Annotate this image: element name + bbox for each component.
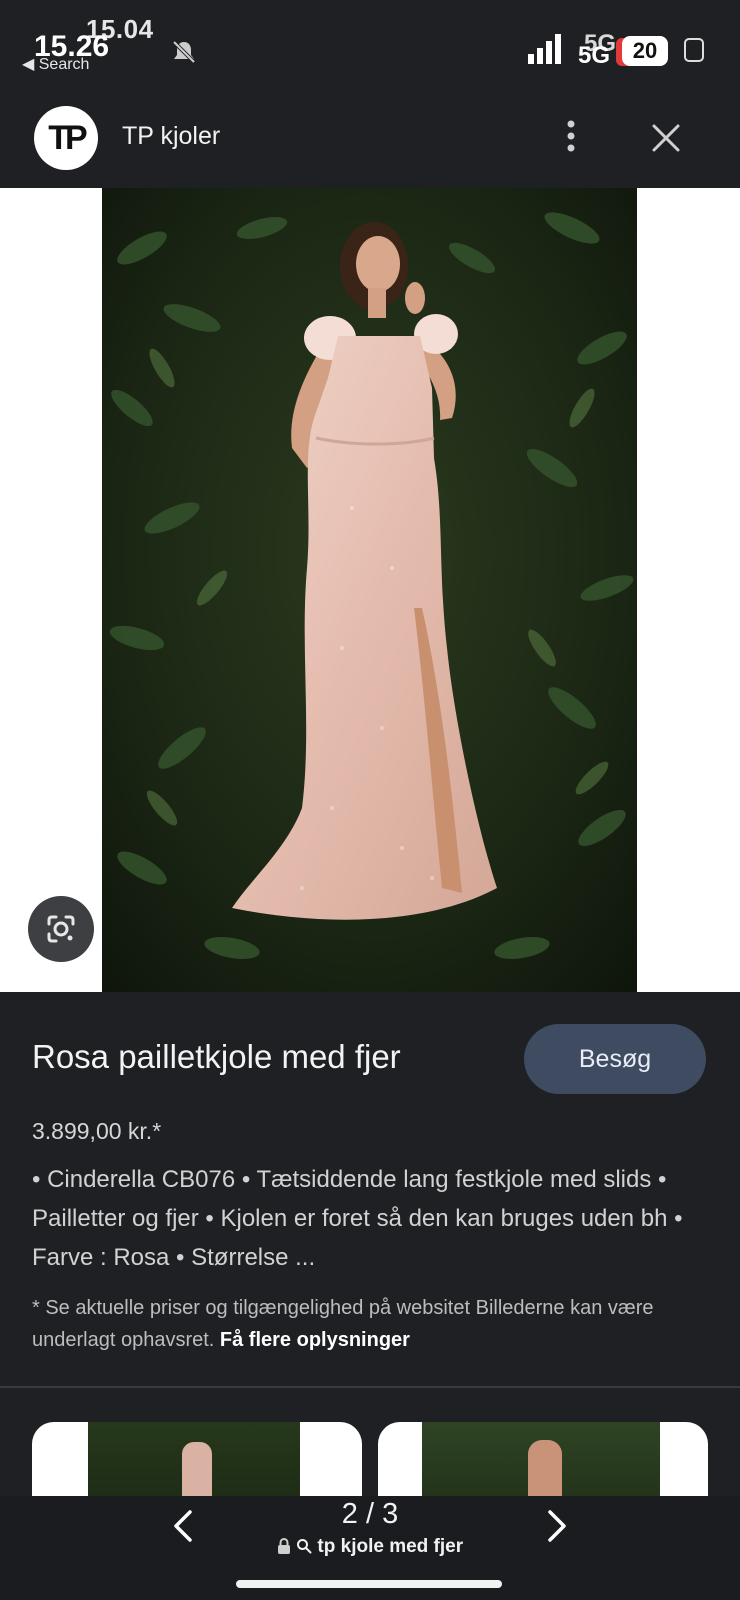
dress-photo-illustration: [102, 188, 637, 992]
screen: 15.04 15.26 ◀ Search 5G 5G 20 TP TP kjol…: [0, 0, 740, 1600]
battery-level: 20: [622, 36, 668, 66]
product-title[interactable]: Rosa pailletkjole med fjer: [32, 1038, 401, 1076]
more-info-link[interactable]: Få flere oplysninger: [220, 1329, 410, 1351]
product-info-panel: Rosa pailletkjole med fjer Besøg 3.899,0…: [0, 992, 740, 1388]
bottom-toolbar: 2 / 3 tp kjole med fjer: [0, 1496, 740, 1600]
network-type: 5G: [578, 42, 611, 69]
signal-icon: [528, 34, 561, 64]
close-icon[interactable]: [648, 120, 684, 156]
lock-icon: [277, 1537, 290, 1554]
more-vert-icon[interactable]: [556, 116, 586, 156]
search-query: tp kjole med fjer: [317, 1536, 464, 1557]
home-indicator[interactable]: [236, 1580, 502, 1588]
google-lens-icon: [47, 915, 75, 943]
related-images: [0, 1388, 740, 1500]
search-icon: [297, 1539, 312, 1554]
source-header: TP TP kjoler: [0, 90, 740, 188]
copyright-disclaimer: * Se aktuelle priser og tilgængelighed p…: [32, 1292, 712, 1356]
google-lens-button[interactable]: [28, 896, 94, 962]
product-price: 3.899,00 kr.*: [32, 1118, 162, 1144]
product-photo[interactable]: [102, 188, 637, 992]
status-bar: 15.04 15.26 ◀ Search 5G 5G 20: [0, 0, 740, 90]
visit-button[interactable]: Besøg: [524, 1024, 706, 1094]
back-to-search-link[interactable]: ◀ Search: [22, 54, 89, 74]
battery-icon: [684, 38, 704, 62]
page-counter: 2 / 3: [341, 1498, 399, 1530]
mute-icon: [172, 40, 196, 64]
site-name[interactable]: TP kjoler: [122, 122, 220, 151]
related-image-2[interactable]: [378, 1422, 708, 1500]
address-bar[interactable]: tp kjole med fjer: [0, 1536, 740, 1558]
related-image-1[interactable]: [32, 1422, 362, 1500]
image-viewer[interactable]: [0, 188, 740, 992]
site-logo[interactable]: TP: [34, 106, 98, 170]
product-description: • Cinderella CB076 • Tætsiddende lang fe…: [32, 1166, 683, 1271]
